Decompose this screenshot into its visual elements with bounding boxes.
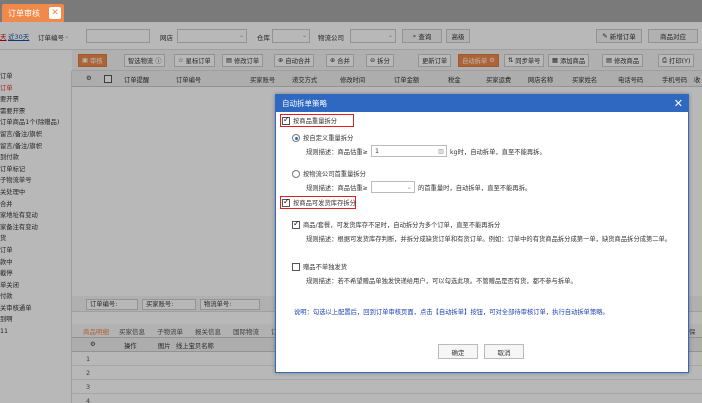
auto-split-dialog: 自动拆单策略 ✕ 按商品重量拆分 按自定义重量拆分 规则描述：商品估重≥ 1▥ … [275,94,689,373]
custom-weight-label: 按自定义重量拆分 [303,135,354,142]
cancel-button[interactable]: 取消 [484,344,524,359]
dialog-title: 自动拆单策略 [276,95,688,112]
by-stock-checkbox[interactable] [282,197,290,207]
gift-label: 赠品不单独发货 [303,264,348,271]
by-weight-checkbox[interactable] [282,115,290,125]
option-gift[interactable]: 赠品不单独发货 [292,262,347,271]
tab-label: 订单审核 [8,8,40,18]
option-stock-rule[interactable]: 商品/套餐，可发货库存不足时，自动拆分为多个订单，直至不能再拆分 [292,219,501,229]
ok-button[interactable]: 确定 [438,344,478,359]
custom-weight-radio[interactable] [292,133,300,142]
option-by-stock[interactable]: 按商品可发货库存拆分 [282,197,356,207]
option-logistics-weight[interactable]: 按物流公司首重量拆分 [292,169,366,178]
gift-desc-text: 规则描述：若不希望赠品单独发快递给用户，可以勾选此项。不管赠品是否有货，都不参与… [306,278,577,285]
close-icon[interactable]: ✕ [674,95,683,112]
gift-checkbox[interactable] [292,262,300,271]
note-content: 说明：勾选以上配置后，回到订单审核页面，点击【自动拆单】按钮，可对全部待审核订单… [294,309,609,316]
stock-rule-desc: 规则描述：根据可发货库存判断，并拆分成缺货订单和有货订单。例如：订单中的有货商品… [306,234,671,243]
gift-desc: 规则描述：若不希望赠品单独发快递给用户，可以勾选此项。不管赠品是否有货，都不参与… [306,276,577,285]
weight-input[interactable]: 1 ▥ [370,145,447,157]
tab-order-audit[interactable]: 订单审核 ✕ [2,4,64,22]
chevron-down-icon: ⌄ [406,184,412,191]
rule-tail: kg时，自动拆单，直至不能再拆。 [449,148,546,156]
by-stock-label: 按商品可发货库存拆分 [293,200,356,207]
custom-weight-rule: 规则描述：商品估重≥ 1 ▥ kg时，自动拆单，直至不能再拆。 [306,145,546,157]
rule-tail: 的首重量时，自动拆单，直至不能再拆。 [417,184,532,192]
calendar-icon: ▥ [438,148,444,155]
title-bar: 订单审核 ✕ [0,0,702,22]
rule-label: 规则描述：商品估重≥ [306,184,368,192]
rule-label: 规则描述：商品估重≥ [306,148,368,156]
logistics-select[interactable]: ⌄ [370,181,415,193]
stock-rule-label: 商品/套餐，可发货库存不足时，自动拆分为多个订单，直至不能再拆分 [303,222,501,229]
stock-desc-text: 规则描述：根据可发货库存判断，并拆分成缺货订单和有货订单。例如：订单中的有货商品… [306,236,672,243]
option-custom-weight[interactable]: 按自定义重量拆分 [292,133,353,142]
weight-value: 1 [374,148,379,155]
option-by-weight[interactable]: 按商品重量拆分 [282,115,338,125]
by-weight-label: 按商品重量拆分 [293,118,338,125]
note-text: 说明：勾选以上配置后，回到订单审核页面，点击【自动拆单】按钮，可对全部待审核订单… [294,307,609,316]
logistics-weight-label: 按物流公司首重量拆分 [303,171,366,178]
logistics-weight-radio[interactable] [292,169,300,178]
stock-rule-checkbox[interactable] [292,219,300,229]
logistics-weight-rule: 规则描述：商品估重≥ ⌄ 的首重量时，自动拆单，直至不能再拆。 [306,181,531,193]
close-icon[interactable]: ✕ [49,7,61,19]
